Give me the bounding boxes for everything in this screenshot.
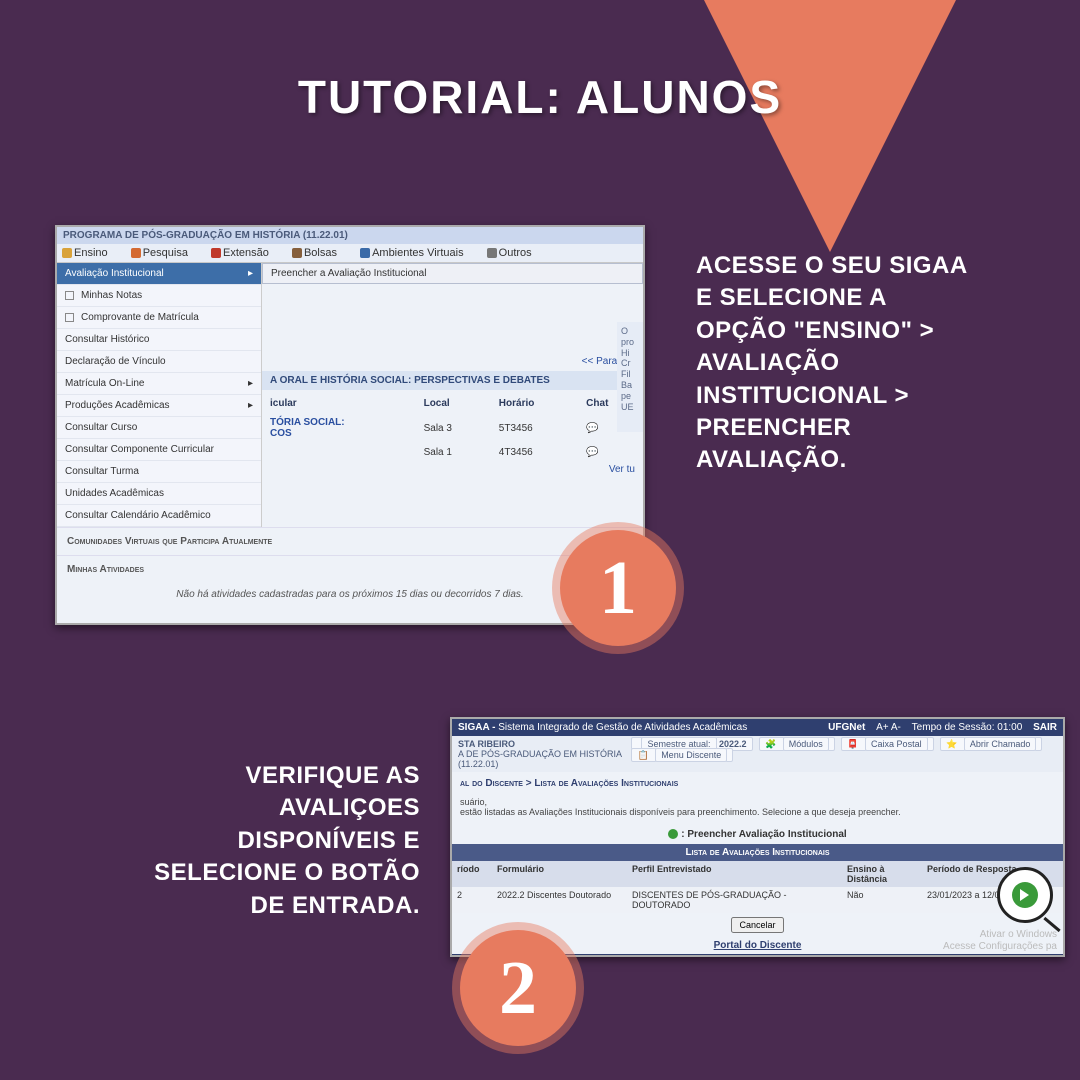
atividades-heading: Minhas Atividades: [57, 555, 643, 583]
table-row: 2 2022.2 Discentes Doutorado DISCENTES D…: [452, 887, 1063, 913]
col-local: Local: [416, 394, 491, 413]
col-horario: Horário: [491, 394, 578, 413]
page-title: TUTORIAL: ALUNOS: [0, 70, 1080, 124]
side-clipped-panel: OproHiCrFilBapeUE: [617, 322, 643, 432]
ver-turmas-link[interactable]: Ver tu: [262, 462, 643, 477]
no-activities-text: Não há atividades cadastradas para os pr…: [57, 583, 643, 606]
menu-discente-button[interactable]: 📋 Menu Discente: [631, 748, 733, 762]
nav-ensino[interactable]: Ensino: [62, 247, 118, 259]
table-row[interactable]: TÓRIA SOCIAL:COS Sala 3 5T3456 💬: [262, 413, 643, 443]
turma-header: A ORAL E HISTÓRIA SOCIAL: PERSPECTIVAS E…: [262, 371, 643, 390]
table-row[interactable]: Sala 1 4T3456 💬: [262, 443, 643, 462]
nav-outros[interactable]: Outros: [487, 247, 542, 259]
caixa-postal-button[interactable]: 📮 Caixa Postal: [841, 737, 933, 751]
parar-link[interactable]: << Parar >>: [262, 352, 643, 371]
top-nav: Ensino Pesquisa Extensão Bolsas Ambiente…: [57, 244, 643, 263]
step1-instruction: ACESSE O SEU SIGAA E SELECIONE A OPÇÃO "…: [696, 250, 1056, 477]
nav-ambientes[interactable]: Ambientes Virtuais: [360, 247, 474, 259]
decorative-triangle: [700, 0, 960, 252]
menu-consultar-turma[interactable]: Consultar Turma: [57, 461, 261, 483]
col-icular: icular: [262, 394, 416, 413]
breadcrumb: al do Discente > Lista de Avaliações Ins…: [452, 772, 1063, 795]
cancelar-button[interactable]: Cancelar: [731, 917, 783, 933]
step-badge-1: 1: [560, 530, 676, 646]
nav-pesquisa[interactable]: Pesquisa: [131, 247, 198, 259]
modulos-button[interactable]: 🧩 Módulos: [759, 737, 835, 751]
menu-matricula-online[interactable]: Matrícula On-Line: [57, 373, 261, 395]
menu-producoes[interactable]: Produções Acadêmicas: [57, 395, 261, 417]
menu-historico[interactable]: Consultar Histórico: [57, 329, 261, 351]
magnifier-highlight: [997, 867, 1053, 923]
step2-instruction: VERIFIQUE AS AVALIÇOES DISPONÍVEIS E SEL…: [40, 760, 420, 922]
sair-link[interactable]: SAIR: [1033, 722, 1057, 733]
screenshot-step1: PROGRAMA DE PÓS-GRADUAÇÃO EM HISTÓRIA (1…: [55, 225, 645, 625]
menu-consultar-curso[interactable]: Consultar Curso: [57, 417, 261, 439]
font-size-controls[interactable]: A+ A-: [876, 722, 901, 733]
table-header: ríodo Formulário Perfil Entrevistado Ens…: [452, 861, 1063, 887]
info-message: suário, estão listadas as Avaliações Ins…: [452, 795, 1063, 825]
chat-icon[interactable]: 💬: [586, 447, 598, 458]
enter-icon: [668, 829, 678, 839]
menu-avaliacao-institucional[interactable]: Avaliação Institucional: [57, 263, 261, 285]
preencher-action: : Preencher Avaliação Institucional: [452, 825, 1063, 844]
comunidades-heading: Comunidades Virtuais que Participa Atual…: [57, 527, 643, 555]
ufgnet-link[interactable]: UFGNet: [828, 722, 865, 733]
nav-bolsas[interactable]: Bolsas: [292, 247, 347, 259]
submenu-preencher-avaliacao[interactable]: Preencher a Avaliação Institucional: [262, 263, 643, 284]
turmas-table: icular Local Horário Chat TÓRIA SOCIAL:C…: [262, 394, 643, 462]
list-header: Lista de Avaliações Institucionais: [452, 844, 1063, 861]
program-header: PROGRAMA DE PÓS-GRADUAÇÃO EM HISTÓRIA (1…: [57, 227, 643, 244]
menu-consultar-componente[interactable]: Consultar Componente Curricular: [57, 439, 261, 461]
ensino-dropdown: Avaliação Institucional Minhas Notas Com…: [57, 263, 262, 527]
windows-activation-watermark: Ativar o WindowsAcesse Configurações pa: [943, 929, 1057, 953]
chat-icon[interactable]: 💬: [586, 423, 598, 434]
menu-unidades[interactable]: Unidades Acadêmicas: [57, 483, 261, 505]
user-info-bar: STA RIBEIRO A DE PÓS-GRADUAÇÃO EM HISTÓR…: [452, 736, 1063, 772]
sigaa-topbar: SIGAA - Sistema Integrado de Gestão de A…: [452, 719, 1063, 736]
menu-minhas-notas[interactable]: Minhas Notas: [57, 285, 261, 307]
session-time: Tempo de Sessão: 01:00: [912, 722, 1023, 733]
enter-icon: [1012, 882, 1038, 908]
screenshot-step2: SIGAA - Sistema Integrado de Gestão de A…: [450, 717, 1065, 957]
menu-comprovante[interactable]: Comprovante de Matrícula: [57, 307, 261, 329]
nav-extensao[interactable]: Extensão: [211, 247, 279, 259]
abrir-chamado-button[interactable]: ⭐ Abrir Chamado: [940, 737, 1042, 751]
menu-declaracao[interactable]: Declaração de Vínculo: [57, 351, 261, 373]
menu-calendario[interactable]: Consultar Calendário Acadêmico: [57, 505, 261, 527]
step-badge-2: 2: [460, 930, 576, 1046]
